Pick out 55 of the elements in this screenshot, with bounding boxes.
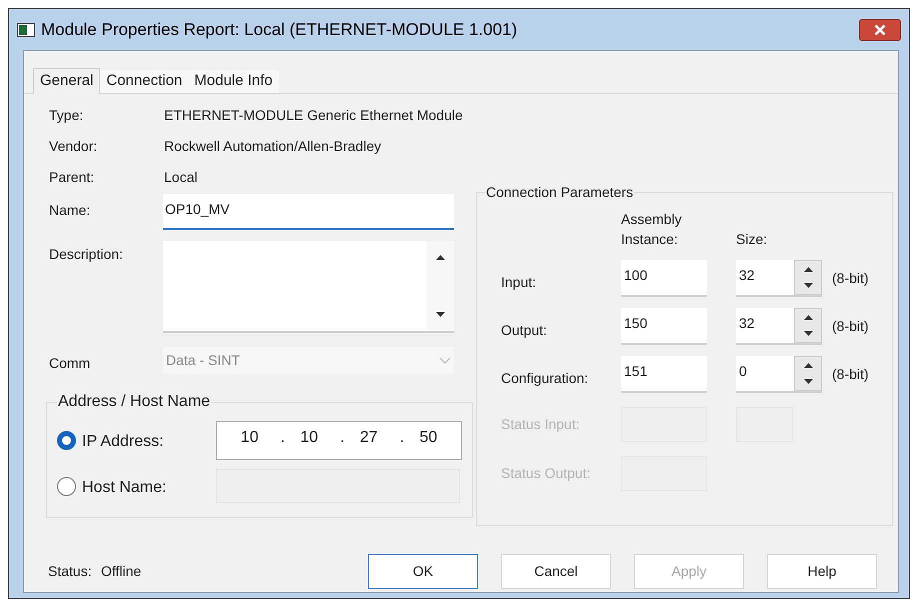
window-icon: [17, 22, 35, 36]
parameter-label: Configuration:: [501, 369, 590, 388]
field-value: Rockwell Automation/Allen-Bradley: [164, 136, 382, 156]
instance-field[interactable]: 100: [621, 260, 707, 297]
field-label: Vendor:: [49, 136, 98, 156]
spin-up-icon: [804, 266, 812, 272]
spin-down-icon: [804, 283, 812, 288]
spin-up-icon: [804, 314, 812, 320]
unit-label: (8-bit): [832, 317, 869, 336]
column-header: Size:: [736, 230, 768, 249]
field-value: ETHERNET-MODULE Generic Ethernet Module: [164, 106, 463, 124]
field-label: Description:: [49, 245, 124, 264]
status-label: Status:: [48, 562, 93, 581]
tab[interactable]: General: [33, 68, 100, 94]
parameter-label: Output:: [501, 321, 548, 340]
group-title: Address / Host Name: [57, 392, 212, 412]
instance-field[interactable]: 151: [621, 356, 707, 393]
close-button[interactable]: [859, 18, 901, 40]
radio-button[interactable]: [57, 476, 76, 496]
unit-label: (8-bit): [832, 269, 869, 288]
column-header: Assembly Instance:: [621, 210, 683, 249]
field-label: Type:: [49, 106, 84, 125]
tab[interactable]: Connection: [100, 70, 188, 93]
radio-label: Host Name:: [82, 478, 168, 498]
dialog-button[interactable]: Help: [767, 554, 877, 589]
description-field[interactable]: [163, 241, 454, 333]
parameter-label: Status Input:: [501, 415, 581, 434]
dialog-button[interactable]: Cancel: [501, 554, 611, 589]
name-field[interactable]: OP10_MV: [163, 194, 454, 230]
size-spinner[interactable]: 0: [736, 356, 822, 393]
window-title: Module Properties Report: Local (ETHERNET-MODULE 1.001): [41, 18, 518, 41]
radio-label: IP Address:: [82, 432, 165, 452]
field-label: Comm: [49, 354, 92, 373]
dialog-button[interactable]: OK: [368, 554, 478, 589]
status-value: Offline: [101, 562, 142, 581]
parameter-label: Status Output:: [501, 464, 592, 483]
parameter-label: Input:: [501, 273, 538, 292]
scroll-down-icon: [436, 312, 445, 317]
radio-button[interactable]: [57, 430, 76, 450]
spin-down-icon: [804, 379, 812, 384]
unit-label: (8-bit): [832, 365, 869, 384]
spin-down-icon: [804, 331, 812, 336]
tab[interactable]: Module Info: [188, 70, 279, 93]
instance-field[interactable]: 150: [621, 308, 707, 345]
ip-address-field[interactable]: 10 . 10 . 27 . 50: [216, 420, 462, 460]
size-spinner[interactable]: 32: [736, 260, 822, 297]
scroll-up-icon: [436, 255, 445, 260]
size-spinner[interactable]: 32: [736, 308, 822, 345]
spin-up-icon: [804, 362, 812, 368]
chevron-down-icon: [439, 357, 451, 364]
close-icon: [874, 24, 886, 36]
field-value: Local: [164, 168, 198, 186]
group-title: Connection Parameters: [485, 183, 634, 202]
field-label: Name:: [49, 201, 92, 220]
field-label: Parent:: [49, 168, 96, 186]
